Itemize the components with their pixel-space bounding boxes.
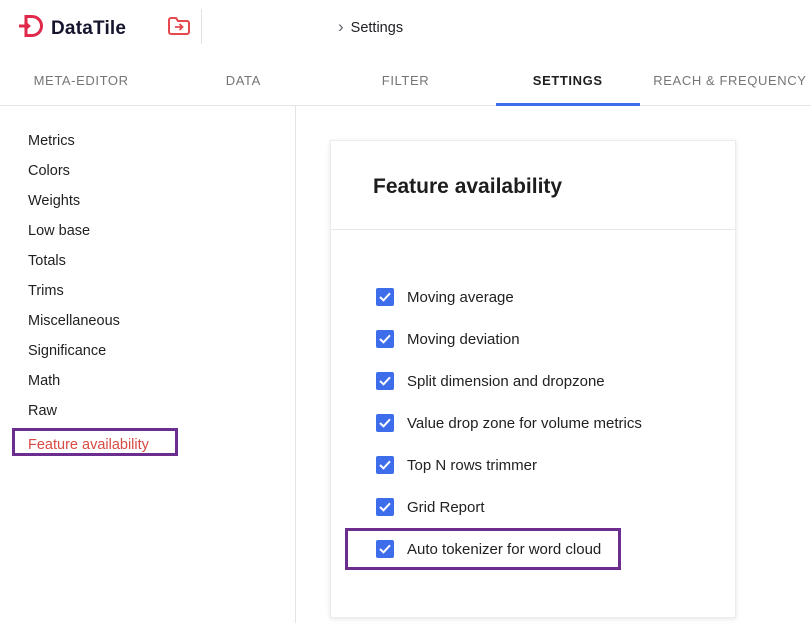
feature-availability-card: Feature availability Moving average Movi… [330,140,736,618]
sidebar-item-totals[interactable]: Totals [0,246,295,276]
checkbox-row-split-dimension[interactable]: Split dimension and dropzone [331,360,735,402]
checkbox-checked[interactable] [376,414,394,432]
checkbox-row-auto-tokenizer[interactable]: Auto tokenizer for word cloud [345,528,621,570]
checkbox-label[interactable]: Grid Report [407,499,485,516]
datatile-logo[interactable]: DataTile [18,13,126,44]
tab-data[interactable]: DATA [162,55,324,105]
header-divider [201,9,202,44]
sidebar-item-low-base[interactable]: Low base [0,216,295,246]
checkbox-label[interactable]: Auto tokenizer for word cloud [407,541,601,558]
checkbox-row-grid-report[interactable]: Grid Report [331,486,735,528]
tab-settings[interactable]: SETTINGS [487,55,649,105]
sidebar-item-trims[interactable]: Trims [0,276,295,306]
sidebar-item-feature-availability[interactable]: Feature availability [12,428,178,456]
sidebar-item-math[interactable]: Math [0,366,295,396]
checkbox-label[interactable]: Moving average [407,289,514,306]
tab-bar: META-EDITOR DATA FILTER SETTINGS REACH &… [0,55,811,106]
checkbox-checked[interactable] [376,498,394,516]
tab-reach-frequency[interactable]: REACH & FREQUENCY [649,55,811,105]
datatile-logo-icon [18,13,44,44]
settings-sidebar: Metrics Colors Weights Low base Totals T… [0,106,296,623]
check-icon [379,502,391,512]
feature-checkbox-list: Moving average Moving deviation Split di… [331,230,735,570]
folder-icon[interactable] [167,16,191,36]
checkbox-checked[interactable] [376,372,394,390]
breadcrumb: › Settings [338,0,403,55]
checkbox-label[interactable]: Top N rows trimmer [407,457,537,474]
check-icon [379,544,391,554]
card-title: Feature availability [331,141,735,229]
sidebar-item-significance[interactable]: Significance [0,336,295,366]
checkbox-checked[interactable] [376,288,394,306]
sidebar-item-colors[interactable]: Colors [0,156,295,186]
chevron-right-icon: › [338,18,344,35]
checkbox-label[interactable]: Value drop zone for volume metrics [407,415,642,432]
breadcrumb-settings[interactable]: Settings [351,20,403,36]
checkbox-checked[interactable] [376,330,394,348]
checkbox-row-moving-deviation[interactable]: Moving deviation [331,318,735,360]
check-icon [379,376,391,386]
tab-filter[interactable]: FILTER [324,55,486,105]
brand-name: DataTile [51,18,126,40]
sidebar-item-miscellaneous[interactable]: Miscellaneous [0,306,295,336]
check-icon [379,334,391,344]
main-area: Feature availability Moving average Movi… [296,106,811,623]
checkbox-label[interactable]: Moving deviation [407,331,520,348]
tab-meta-editor[interactable]: META-EDITOR [0,55,162,105]
sidebar-item-metrics[interactable]: Metrics [0,126,295,156]
checkbox-row-top-n-trimmer[interactable]: Top N rows trimmer [331,444,735,486]
check-icon [379,418,391,428]
app-header: DataTile › Settings [0,0,811,55]
checkbox-row-moving-average[interactable]: Moving average [331,276,735,318]
check-icon [379,292,391,302]
checkbox-checked[interactable] [376,540,394,558]
checkbox-checked[interactable] [376,456,394,474]
checkbox-label[interactable]: Split dimension and dropzone [407,373,605,390]
checkbox-row-value-drop-zone[interactable]: Value drop zone for volume metrics [331,402,735,444]
check-icon [379,460,391,470]
sidebar-item-weights[interactable]: Weights [0,186,295,216]
content-area: Metrics Colors Weights Low base Totals T… [0,106,811,623]
sidebar-item-raw[interactable]: Raw [0,396,295,426]
